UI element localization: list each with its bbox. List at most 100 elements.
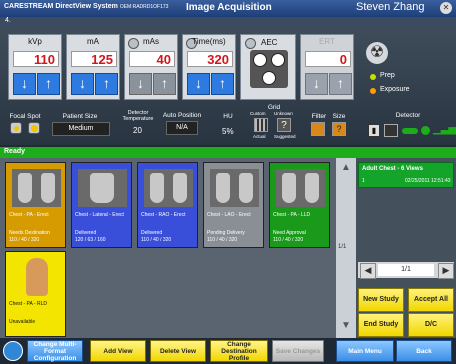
grid-actual-icon[interactable]: [254, 118, 268, 132]
detector-status-icon: [421, 126, 430, 135]
mas-label: mAs: [143, 37, 159, 46]
kvp-down-arrow-icon[interactable]: ↓: [13, 73, 36, 95]
user-name: Steven Zhang: [356, 1, 425, 13]
grid-actual-label: Actual: [253, 134, 266, 139]
aec-toggle-icon[interactable]: [245, 38, 256, 49]
mas-control: mAs 40 ↓ ↑: [124, 34, 178, 100]
pager-label: 1/1: [378, 264, 434, 276]
close-icon[interactable]: ✕: [440, 2, 452, 14]
detector-temp-value: 20: [133, 126, 142, 135]
save-changes-button[interactable]: Save Changes: [272, 340, 324, 362]
ert-down-arrow-icon: ↓: [305, 73, 328, 95]
mas-up-arrow-icon[interactable]: ↑: [153, 73, 176, 95]
aec-chamber-icon[interactable]: [250, 50, 288, 88]
back-button[interactable]: Back: [396, 340, 452, 362]
prep-lamp-icon: [370, 74, 376, 80]
scroll-down-icon[interactable]: ▼: [339, 320, 353, 334]
xray-image: [276, 169, 325, 207]
focal-spot-label: Focal Spot: [9, 113, 41, 120]
auto-position-button[interactable]: N/A: [166, 121, 198, 135]
signal-icon: ▁▃▅: [433, 124, 456, 135]
change-destination-button[interactable]: Change Destination Profile: [210, 340, 268, 362]
workspace-tab[interactable]: 4.: [0, 17, 456, 27]
detector-icon[interactable]: ▮: [368, 124, 380, 137]
thumbnail-3[interactable]: Chest - LAO - Erect Pending Delivery 110…: [203, 162, 264, 248]
hu-label: HU: [223, 113, 233, 120]
grid-unknown-label: Unknown: [274, 111, 293, 116]
system-icon[interactable]: [3, 341, 23, 361]
thumbnail-2[interactable]: Chest - RAO - Erect Delivered 110 / 40 /…: [137, 162, 198, 248]
change-configuration-button[interactable]: Change Multi-Format Configuration: [27, 340, 83, 362]
ma-control: mA 125 ↓ ↑: [66, 34, 120, 100]
mas-value[interactable]: 40: [129, 51, 175, 67]
ma-label: mA: [87, 37, 99, 46]
add-view-button[interactable]: Add View: [90, 340, 146, 362]
detector-label: Detector: [395, 112, 421, 119]
grid-suggested-icon[interactable]: ?: [277, 118, 291, 132]
time-up-arrow-icon[interactable]: ↑: [211, 73, 234, 95]
size-label: Size: [332, 113, 346, 120]
kvp-up-arrow-icon[interactable]: ↑: [37, 73, 60, 95]
screen-title: Image Acquisition: [186, 2, 272, 13]
ma-down-arrow-icon[interactable]: ↓: [71, 73, 94, 95]
thumbnail-4[interactable]: Chest - PA - LLD Need Approval 110 / 40 …: [269, 162, 330, 248]
thumbnail-0[interactable]: Chest - PA - Erect Needs Destination 110…: [5, 162, 66, 248]
time-down-arrow-icon[interactable]: ↓: [187, 73, 210, 95]
end-study-button[interactable]: End Study: [358, 313, 404, 337]
study-pager: ◀ 1/1 ▶: [358, 262, 454, 279]
new-study-button[interactable]: New Study: [358, 288, 404, 312]
accept-all-button[interactable]: Accept All: [408, 288, 454, 312]
body-figure-image: [12, 258, 61, 296]
xray-image: [210, 169, 259, 207]
scroll-up-icon[interactable]: ▲: [339, 162, 353, 176]
thumbnail-page-label: 1/1: [338, 244, 347, 250]
brand-logo: CARESTREAM DirectView System OEM:RADRD1O…: [4, 3, 169, 10]
thumbnail-5[interactable]: Chest - PA - RLD Unavailable: [5, 251, 66, 337]
battery-icon: [402, 128, 418, 134]
exposure-label: Exposure: [380, 86, 410, 93]
grid-label: Grid: [267, 104, 281, 111]
time-label: Time(ms): [192, 37, 226, 46]
filter-label: Filter: [311, 113, 327, 120]
grid-suggested-label: Suggested: [274, 134, 296, 139]
size-icon[interactable]: ?: [332, 122, 346, 136]
focal-spot-small-button[interactable]: [10, 122, 22, 134]
kvp-value[interactable]: 110: [13, 51, 59, 67]
ma-up-arrow-icon[interactable]: ↑: [95, 73, 118, 95]
thumbnail-1[interactable]: Chest - Lateral - Erect Delivered 120 / …: [71, 162, 132, 248]
main-menu-button[interactable]: Main Menu: [336, 340, 394, 362]
xray-image: [12, 169, 61, 207]
ert-value: 0: [305, 51, 351, 67]
hu-value: 5%: [222, 127, 234, 136]
patient-size-label: Patient Size: [62, 113, 98, 120]
ert-control: ERT 0 ↓ ↑: [300, 34, 354, 100]
aec-control[interactable]: AEC: [240, 34, 296, 100]
grid-custom-label: Custom: [250, 111, 266, 116]
filter-icon[interactable]: [311, 122, 325, 136]
delete-view-button[interactable]: Delete View: [150, 340, 206, 362]
radiation-icon: ☢: [366, 42, 388, 64]
mas-down-arrow-icon[interactable]: ↓: [129, 73, 152, 95]
ert-up-arrow-icon: ↑: [329, 73, 352, 95]
kvp-control: kVp 110 ↓ ↑: [8, 34, 62, 100]
xray-image: [144, 169, 193, 207]
patient-size-select[interactable]: Medium: [52, 122, 110, 136]
time-control: Time(ms) 320 ↓ ↑: [182, 34, 236, 100]
thumbnail-scrollbar[interactable]: ▲ 1/1 ▼: [336, 158, 356, 338]
prep-label: Prep: [380, 72, 395, 79]
detector-temp-label: Detector Temperature: [122, 110, 154, 122]
ready-status-bar: Ready: [0, 147, 456, 158]
focal-spot-large-button[interactable]: [28, 122, 40, 134]
exposure-lamp-icon: [370, 88, 376, 94]
time-value[interactable]: 320: [187, 51, 233, 67]
pager-next-icon[interactable]: ▶: [438, 263, 454, 279]
study-item[interactable]: Adult Chest - 6 Views 1 02/25/2011 12:51…: [358, 162, 454, 188]
dc-button[interactable]: D/C: [408, 313, 454, 337]
detector-panel-icon: [384, 124, 398, 137]
pager-prev-icon[interactable]: ◀: [360, 263, 376, 279]
xray-image: [78, 169, 127, 207]
title-bar: CARESTREAM DirectView System OEM:RADRD1O…: [0, 0, 456, 17]
aec-label: AEC: [261, 38, 278, 47]
auto-position-label: Auto Position: [162, 112, 202, 119]
ma-value[interactable]: 125: [71, 51, 117, 67]
